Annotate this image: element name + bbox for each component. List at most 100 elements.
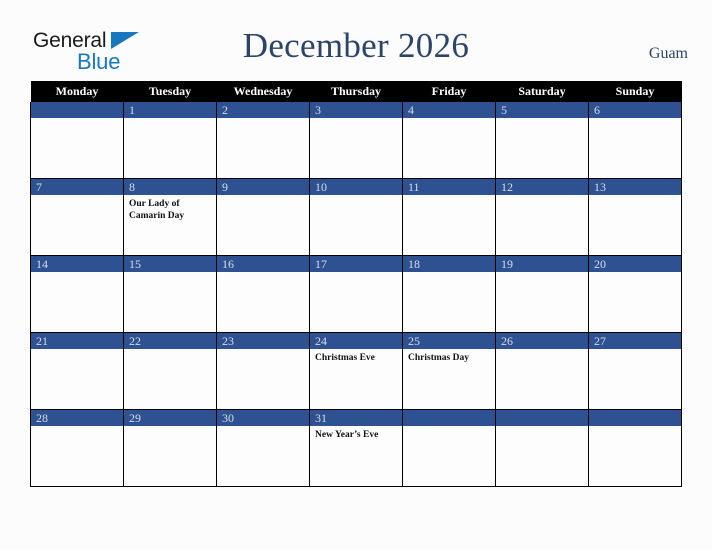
day-cell-24[interactable]: 24 Christmas Eve bbox=[309, 332, 403, 410]
day-cell-8[interactable]: 8 Our Lady of Camarin Day bbox=[123, 178, 217, 256]
day-number: 25 bbox=[408, 334, 420, 348]
day-cell-26[interactable]: 26 bbox=[495, 332, 589, 410]
day-cell-inner: 4 bbox=[403, 102, 495, 178]
day-cell-21[interactable]: 21 bbox=[30, 332, 124, 410]
day-cell-20[interactable]: 20 bbox=[588, 255, 682, 333]
day-cell-inner: 3 bbox=[310, 102, 402, 178]
day-cell-inner: 6 bbox=[589, 102, 681, 178]
day-events bbox=[310, 272, 402, 276]
day-cell-9[interactable]: 9 bbox=[216, 178, 310, 256]
day-cell-1[interactable]: 1 bbox=[123, 102, 217, 179]
day-events bbox=[31, 349, 123, 353]
day-cell-empty[interactable] bbox=[402, 409, 496, 487]
day-cell-28[interactable]: 28 bbox=[30, 409, 124, 487]
day-cell-inner: 29 bbox=[124, 410, 216, 486]
day-cell-5[interactable]: 5 bbox=[495, 102, 589, 179]
day-cell-empty[interactable] bbox=[30, 102, 124, 179]
day-cell-inner: 2 bbox=[217, 102, 309, 178]
day-cell-7[interactable]: 7 bbox=[30, 178, 124, 256]
day-number-bar bbox=[496, 410, 588, 426]
day-cell-inner: 19 bbox=[496, 256, 588, 332]
day-cell-22[interactable]: 22 bbox=[123, 332, 217, 410]
day-events bbox=[124, 118, 216, 122]
day-events bbox=[124, 426, 216, 430]
calendar-week-row: 1 2 3 4 5 6 bbox=[30, 102, 682, 179]
calendar-grid: Monday Tuesday Wednesday Thursday Friday Satu… bbox=[30, 81, 682, 487]
day-number-bar: 9 bbox=[217, 179, 309, 195]
day-cell-13[interactable]: 13 bbox=[588, 178, 682, 256]
day-number: 18 bbox=[408, 257, 420, 271]
day-number-bar: 20 bbox=[589, 256, 681, 272]
day-number-bar: 18 bbox=[403, 256, 495, 272]
day-number-bar: 13 bbox=[589, 179, 681, 195]
calendar-body: 1 2 3 4 5 6 7 8 Our Lady of Camarin Day 9 10 11 12 13… bbox=[30, 102, 682, 487]
day-cell-17[interactable]: 17 bbox=[309, 255, 403, 333]
day-cell-inner: 16 bbox=[217, 256, 309, 332]
day-number: 6 bbox=[594, 103, 600, 117]
day-cell-inner: 9 bbox=[217, 179, 309, 255]
day-cell-4[interactable]: 4 bbox=[402, 102, 496, 179]
holiday-label: Christmas Eve bbox=[315, 353, 375, 363]
day-number-bar: 7 bbox=[31, 179, 123, 195]
day-number: 3 bbox=[315, 103, 321, 117]
day-number-bar: 14 bbox=[31, 256, 123, 272]
day-number: 5 bbox=[501, 103, 507, 117]
day-number-bar: 22 bbox=[124, 333, 216, 349]
day-cell-31[interactable]: 31 New Year’s Eve bbox=[309, 409, 403, 487]
day-cell-inner: 15 bbox=[124, 256, 216, 332]
day-cell-18[interactable]: 18 bbox=[402, 255, 496, 333]
weekday-header-sunday: Sunday bbox=[588, 81, 682, 102]
day-cell-27[interactable]: 27 bbox=[588, 332, 682, 410]
day-cell-14[interactable]: 14 bbox=[30, 255, 124, 333]
day-cell-inner: 10 bbox=[310, 179, 402, 255]
day-number-bar: 16 bbox=[217, 256, 309, 272]
day-cell-inner: 13 bbox=[589, 179, 681, 255]
day-cell-empty[interactable] bbox=[495, 409, 589, 487]
day-cell-12[interactable]: 12 bbox=[495, 178, 589, 256]
day-cell-23[interactable]: 23 bbox=[216, 332, 310, 410]
day-events bbox=[217, 349, 309, 353]
day-cell-10[interactable]: 10 bbox=[309, 178, 403, 256]
day-number-bar: 21 bbox=[31, 333, 123, 349]
day-number-bar: 31 bbox=[310, 410, 402, 426]
day-cell-inner bbox=[496, 410, 588, 486]
day-number-bar: 11 bbox=[403, 179, 495, 195]
day-events: Christmas Day bbox=[403, 349, 495, 365]
day-cell-30[interactable]: 30 bbox=[216, 409, 310, 487]
day-number: 16 bbox=[222, 257, 234, 271]
day-cell-15[interactable]: 15 bbox=[123, 255, 217, 333]
day-number: 1 bbox=[129, 103, 135, 117]
day-cell-25[interactable]: 25 Christmas Day bbox=[402, 332, 496, 410]
day-events bbox=[496, 118, 588, 122]
day-cell-inner: 23 bbox=[217, 333, 309, 409]
day-cell-11[interactable]: 11 bbox=[402, 178, 496, 256]
day-cell-2[interactable]: 2 bbox=[216, 102, 310, 179]
day-cell-6[interactable]: 6 bbox=[588, 102, 682, 179]
day-cell-3[interactable]: 3 bbox=[309, 102, 403, 179]
day-cell-29[interactable]: 29 bbox=[123, 409, 217, 487]
day-cell-inner: 5 bbox=[496, 102, 588, 178]
day-number-bar: 3 bbox=[310, 102, 402, 118]
day-events: New Year’s Eve bbox=[310, 426, 402, 442]
day-number-bar: 29 bbox=[124, 410, 216, 426]
day-number-bar: 8 bbox=[124, 179, 216, 195]
day-number: 26 bbox=[501, 334, 513, 348]
day-events bbox=[124, 349, 216, 353]
day-events bbox=[403, 272, 495, 276]
day-cell-19[interactable]: 19 bbox=[495, 255, 589, 333]
day-cell-empty[interactable] bbox=[588, 409, 682, 487]
day-cell-inner: 31 New Year’s Eve bbox=[310, 410, 402, 486]
day-number: 22 bbox=[129, 334, 141, 348]
day-events bbox=[310, 195, 402, 199]
day-cell-16[interactable]: 16 bbox=[216, 255, 310, 333]
day-events bbox=[217, 118, 309, 122]
day-number: 30 bbox=[222, 411, 234, 425]
day-cell-inner: 24 Christmas Eve bbox=[310, 333, 402, 409]
day-cell-inner: 18 bbox=[403, 256, 495, 332]
weekday-header-wednesday: Wednesday bbox=[216, 81, 310, 102]
holiday-label: Christmas Day bbox=[408, 353, 469, 363]
day-cell-inner: 28 bbox=[31, 410, 123, 486]
day-number-bar bbox=[403, 410, 495, 426]
day-number: 17 bbox=[315, 257, 327, 271]
day-number-bar: 26 bbox=[496, 333, 588, 349]
